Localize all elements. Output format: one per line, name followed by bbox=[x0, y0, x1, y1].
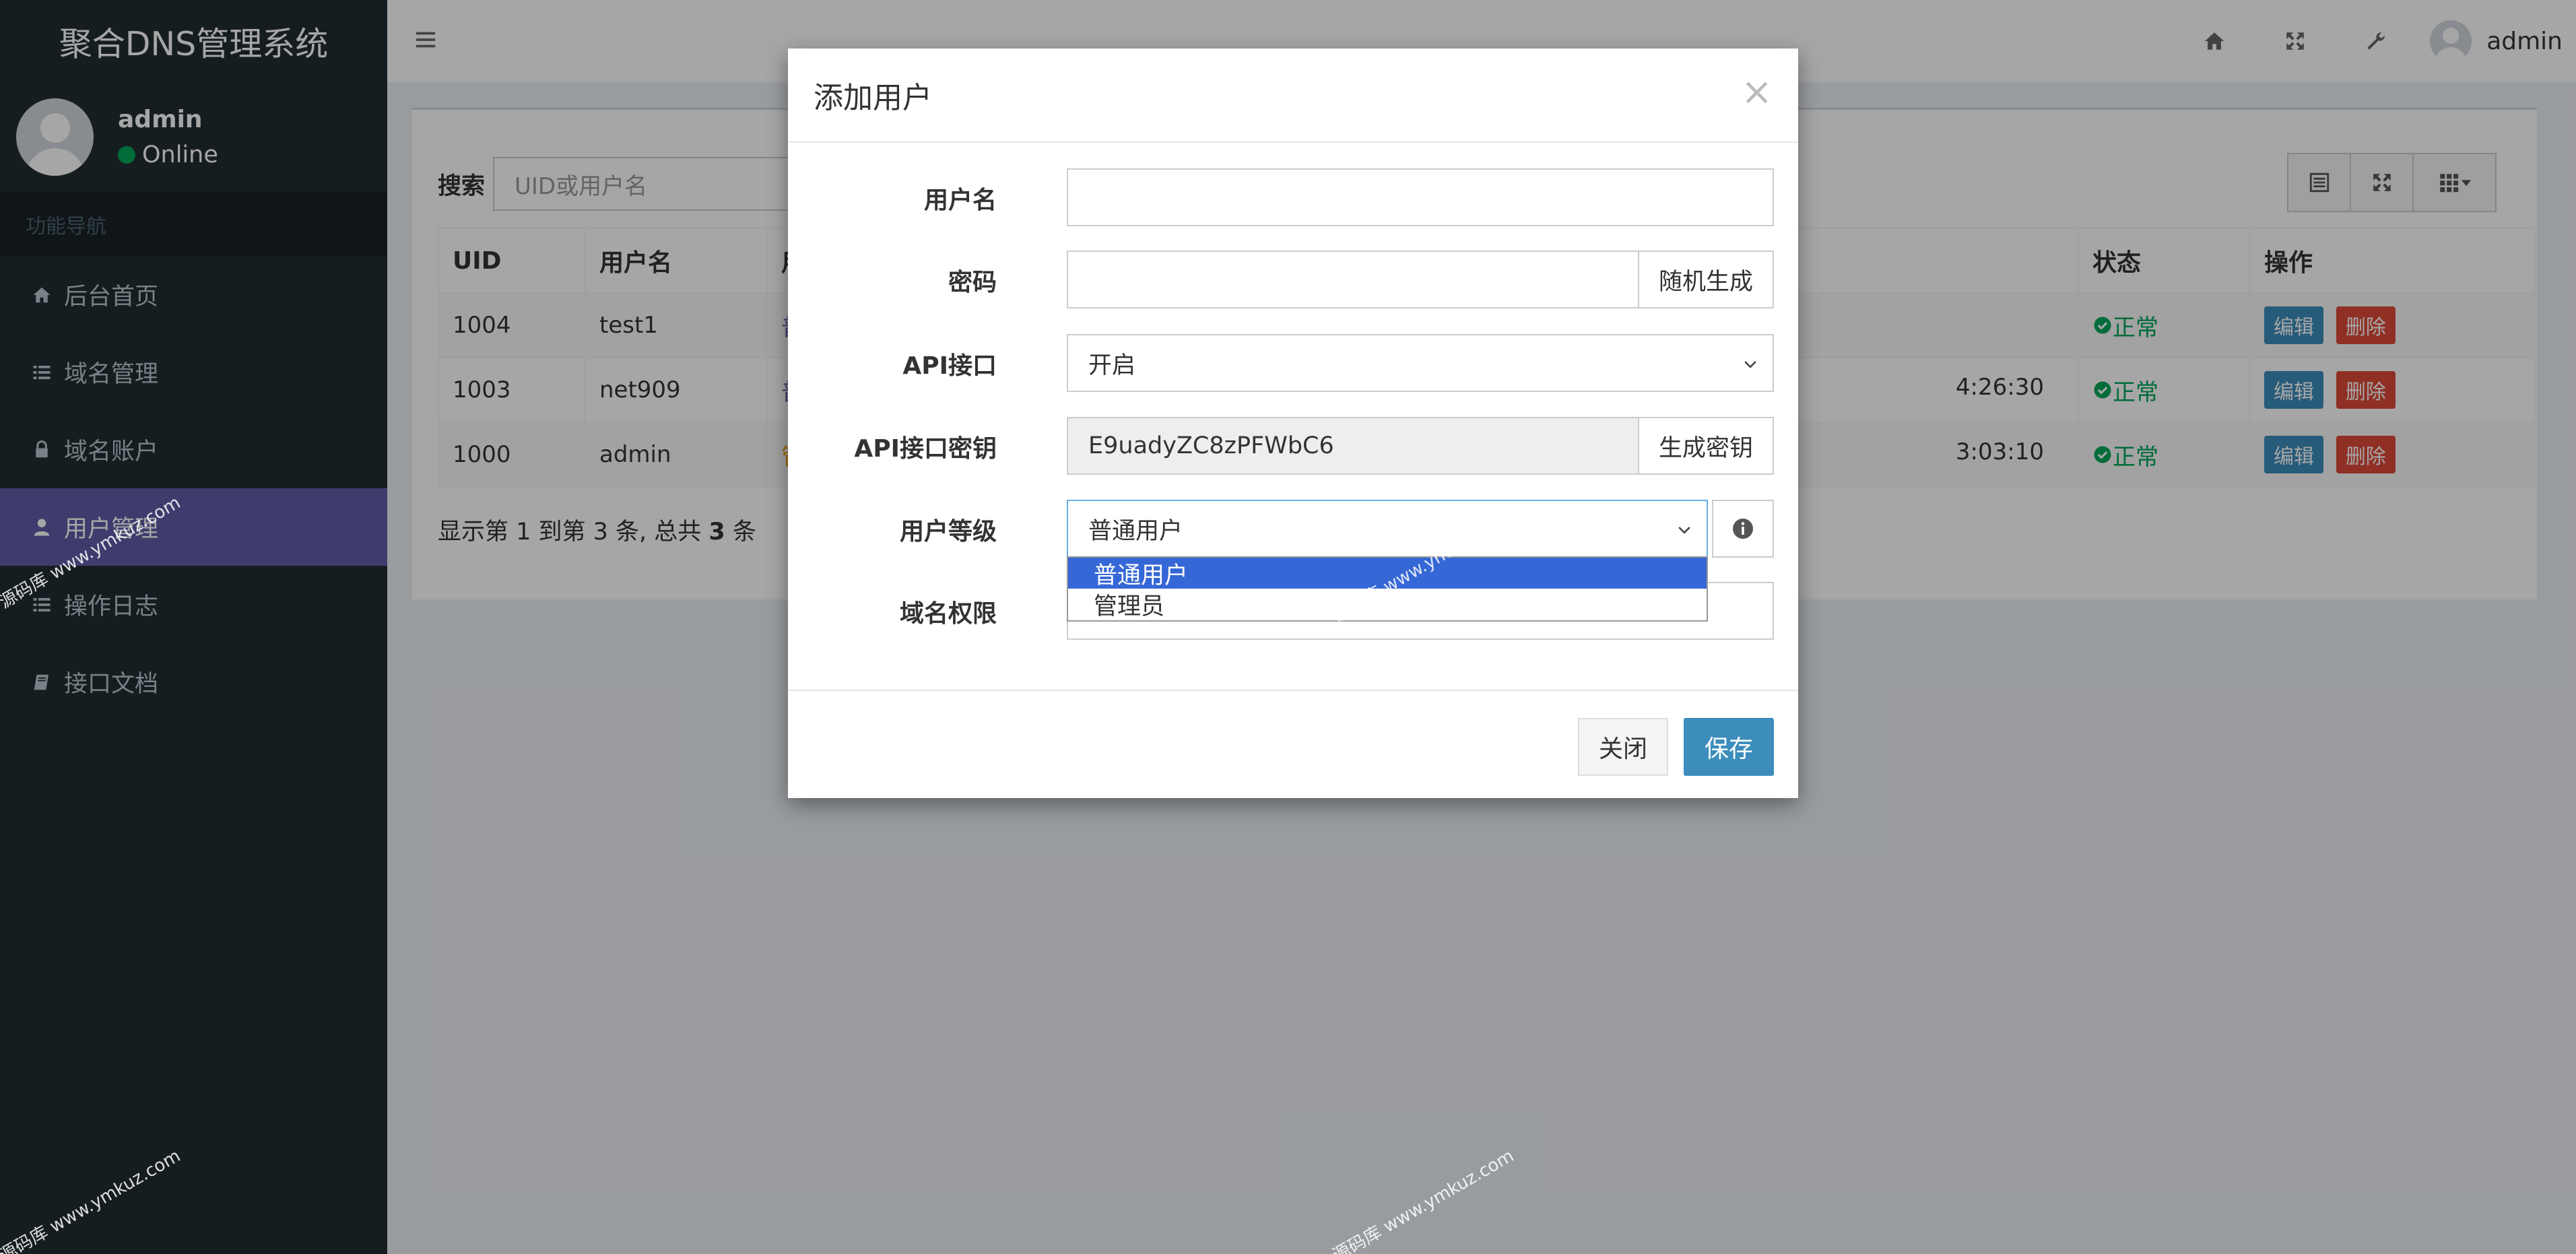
api-label: API接口 bbox=[902, 352, 997, 380]
domain-label: 域名权限 bbox=[899, 600, 997, 628]
modal-header: 添加用户 × bbox=[788, 48, 1798, 143]
password-row: 密码 随机生成 bbox=[788, 251, 1798, 308]
generate-key-button[interactable]: 生成密钥 bbox=[1638, 417, 1774, 475]
password-label: 密码 bbox=[948, 269, 997, 296]
apikey-label: API接口密钥 bbox=[854, 435, 997, 463]
password-input[interactable] bbox=[1067, 251, 1639, 308]
api-select[interactable]: 开启 bbox=[1067, 334, 1774, 392]
info-icon bbox=[1733, 519, 1753, 539]
close-icon[interactable]: × bbox=[1741, 70, 1773, 114]
level-select-value: 普通用户 bbox=[1088, 517, 1183, 545]
save-button[interactable]: 保存 bbox=[1684, 718, 1774, 776]
chevron-down-icon bbox=[1744, 361, 1756, 368]
level-label: 用户等级 bbox=[899, 518, 997, 546]
api-row: API接口 开启 bbox=[788, 334, 1798, 392]
modal-title: 添加用户 bbox=[814, 81, 932, 115]
level-select[interactable]: 普通用户 bbox=[1067, 500, 1708, 558]
api-select-value: 开启 bbox=[1088, 352, 1136, 379]
apikey-input[interactable]: E9uadyZC8zPFWbC6 bbox=[1067, 417, 1639, 475]
modal-footer: 关闭 保存 bbox=[788, 690, 1798, 798]
username-row: 用户名 bbox=[788, 168, 1798, 226]
username-label: 用户名 bbox=[923, 187, 997, 214]
add-user-modal: 添加用户 × 用户名 密码 随机生成 API接口 开启 API接口密钥 E9ua… bbox=[788, 48, 1798, 798]
chevron-down-icon bbox=[1678, 527, 1690, 534]
level-row: 用户等级 普通用户 bbox=[788, 500, 1798, 558]
apikey-row: API接口密钥 E9uadyZC8zPFWbC6 生成密钥 bbox=[788, 417, 1798, 475]
random-generate-button[interactable]: 随机生成 bbox=[1638, 251, 1774, 308]
username-input[interactable] bbox=[1067, 168, 1774, 226]
close-button[interactable]: 关闭 bbox=[1578, 718, 1668, 776]
info-button[interactable] bbox=[1712, 500, 1774, 558]
